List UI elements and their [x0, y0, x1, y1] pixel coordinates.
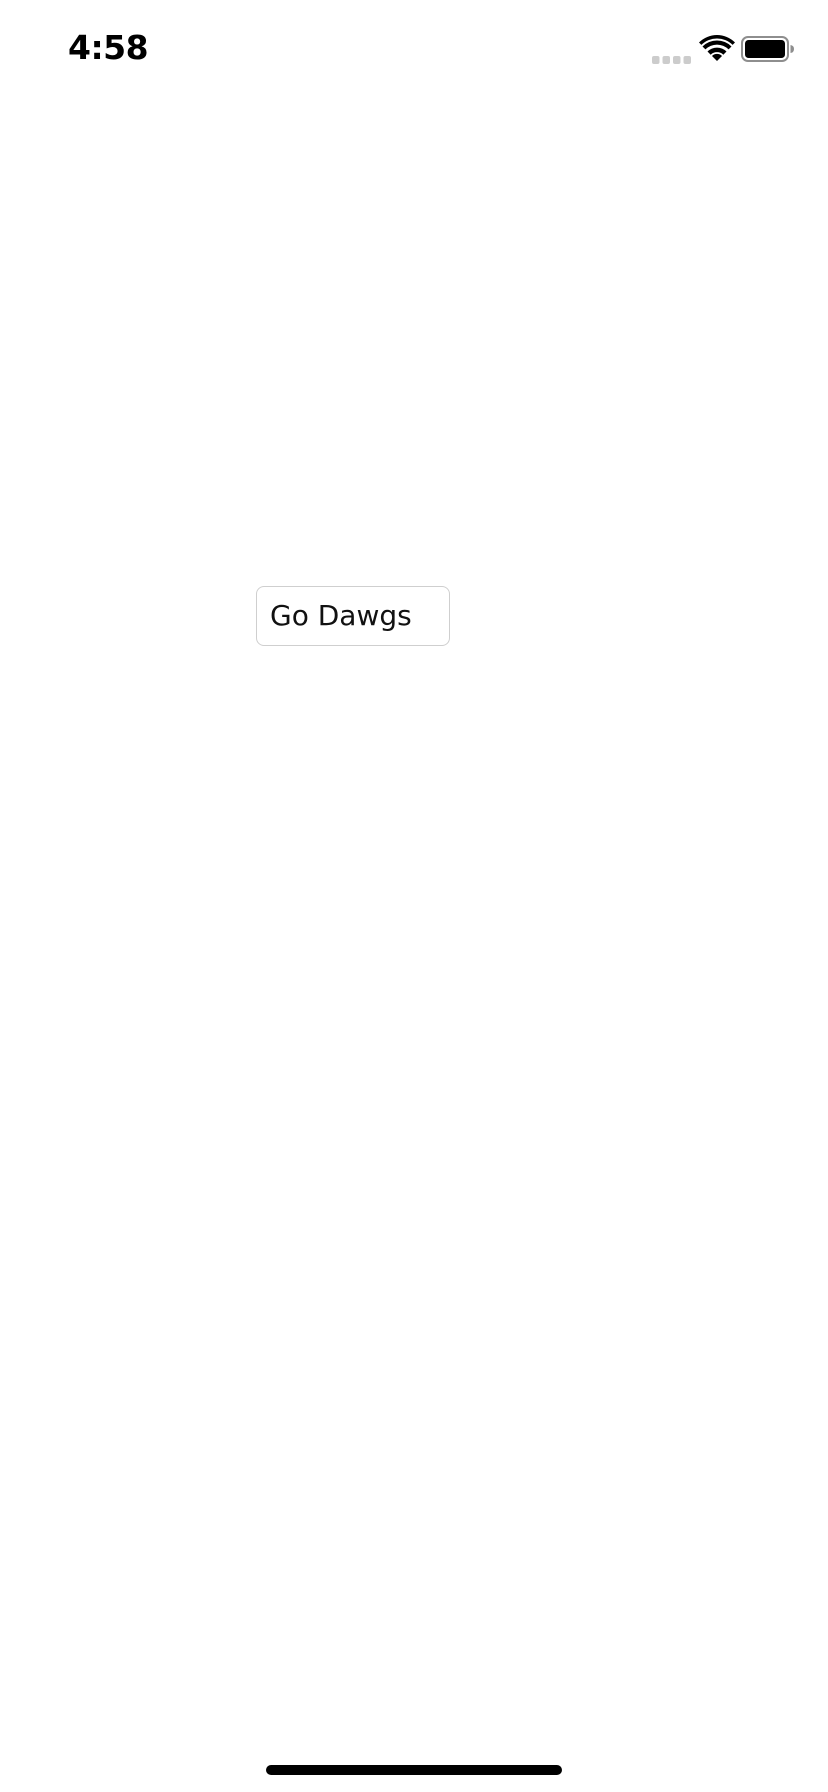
go-dawgs-button[interactable]: Go Dawgs — [256, 586, 450, 646]
wifi-icon — [699, 35, 735, 62]
status-time: 4:58 — [68, 28, 149, 67]
signal-dots-icon — [652, 52, 692, 64]
home-indicator[interactable] — [266, 1765, 562, 1775]
battery-full-icon — [741, 36, 795, 62]
status-bar: 4:58 — [0, 0, 828, 100]
